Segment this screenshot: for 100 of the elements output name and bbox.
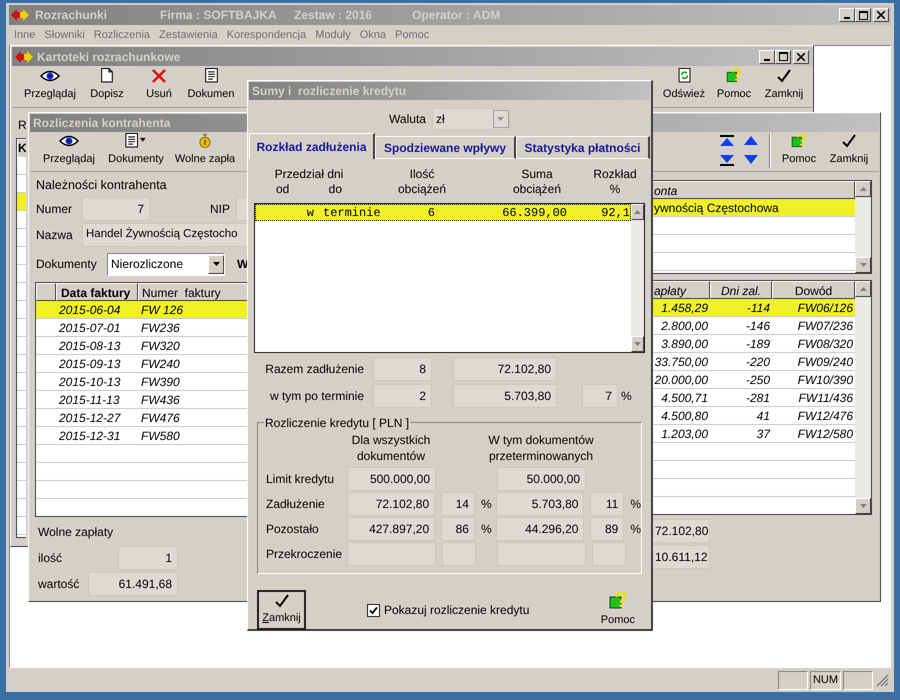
- help-icon: [790, 133, 808, 148]
- tab[interactable]: Spodziewane wpływy: [375, 136, 516, 159]
- column-header: obciążeń: [512, 182, 562, 197]
- table-cell-text: 66.399,00: [501, 204, 567, 222]
- minimize-button[interactable]: [839, 8, 855, 22]
- table-cell-text: -250: [744, 372, 771, 388]
- toolbar-button[interactable]: Wolne zapła: [172, 133, 238, 169]
- currency-dropdown[interactable]: zł: [432, 108, 510, 130]
- table-row[interactable]: 2015-06-04 FW 126: [36, 301, 249, 319]
- navigation-button[interactable]: [719, 134, 735, 147]
- caret-icon: [497, 117, 504, 121]
- toolbar-button[interactable]: Dopisz: [82, 68, 132, 104]
- scrollbar[interactable]: [631, 204, 644, 352]
- number-field: 7: [82, 197, 150, 221]
- scroll-up-button[interactable]: [631, 204, 644, 220]
- table-cell-text: 2015-09-13: [58, 356, 122, 372]
- field-label: Zadłużenie: [266, 496, 326, 513]
- amount-field: 500.000,00: [347, 467, 436, 491]
- status-panel: [778, 670, 808, 690]
- toolbar-button[interactable]: Zamknij: [760, 68, 808, 104]
- field-label: Pozostało: [266, 521, 320, 538]
- toolbar-button[interactable]: Dokumen: [186, 68, 236, 104]
- column-header: Przedział dni: [274, 167, 344, 182]
- close-icon: [797, 52, 805, 60]
- table-cell-text: 33.750,00: [654, 354, 709, 370]
- table-cell-text: FW12/580: [796, 426, 854, 442]
- toolbar-button[interactable]: Usuń: [134, 68, 184, 104]
- table-cell-text: 1.203,00: [660, 426, 709, 442]
- scroll-down-button[interactable]: [631, 336, 644, 352]
- close-button[interactable]: [873, 8, 889, 22]
- table-cell-text: 2015-11-13: [58, 392, 120, 408]
- first-record-icon: [720, 134, 734, 146]
- minimize-button[interactable]: [759, 50, 775, 64]
- close-dialog-button[interactable]: Zamknij: [257, 590, 306, 630]
- table-row[interactable]: ywnością Częstochowa: [650, 199, 855, 217]
- navigation-button[interactable]: [719, 153, 735, 166]
- percent-field: 86: [441, 517, 475, 541]
- table-cell-text: FW320: [140, 338, 180, 354]
- section-label: Należności kontrahenta: [35, 176, 168, 194]
- table-row[interactable]: w terminie 6 66.399,00 92,1: [255, 204, 631, 221]
- field-label: Numer: [36, 201, 74, 218]
- tab[interactable]: Statystyka płatności: [516, 136, 650, 159]
- percent-sign: %: [630, 496, 641, 513]
- table-cell-text: FW476: [140, 410, 180, 426]
- page-icon: [101, 68, 113, 82]
- year-label: Zestaw : 2016: [294, 7, 374, 24]
- scrollbar[interactable]: [855, 181, 871, 273]
- caret-icon: [212, 262, 220, 266]
- filter-dropdown[interactable]: Nierozliczone: [107, 252, 225, 276]
- column-header: apłaty: [650, 281, 710, 299]
- column-header: Dowód: [772, 281, 855, 299]
- field-label: Limit kredytu: [266, 471, 336, 488]
- show-credit-checkbox[interactable]: Pokazuj rozliczenie kredytu: [367, 601, 530, 619]
- table-cell-text: -114: [746, 300, 771, 316]
- window-title: Rozrachunki: [35, 7, 108, 24]
- scroll-up-button[interactable]: [855, 181, 871, 197]
- scroll-up-button[interactable]: [855, 281, 871, 297]
- maximize-button[interactable]: [855, 8, 871, 22]
- value-field: 61.491,68: [88, 572, 178, 596]
- table-cell-text: FW11/436: [798, 390, 854, 406]
- document-icon: [204, 68, 218, 82]
- eye-icon: [59, 134, 79, 148]
- table-cell-text: 4.500,80: [660, 408, 709, 424]
- check-icon: [842, 134, 856, 148]
- toolbar-button[interactable]: Dokumenty: [104, 133, 168, 169]
- total-field: 10.611,12: [650, 545, 710, 569]
- toolbar-button[interactable]: Odśwież: [660, 68, 708, 104]
- name-field: Handel Żywnością Częstocho: [82, 223, 249, 247]
- maximize-icon: [778, 52, 788, 61]
- app-logo-icon: [15, 50, 33, 62]
- maximize-button[interactable]: [775, 50, 791, 64]
- field-label: ilość: [38, 550, 64, 567]
- toolbar-button[interactable]: Przeglądaj: [38, 133, 100, 169]
- amount-field: 5.703,80: [496, 492, 584, 516]
- toolbar-button[interactable]: Zamknij: [825, 133, 873, 169]
- toolbar-button[interactable]: Przeglądaj: [20, 68, 80, 104]
- column-header: %: [610, 182, 620, 197]
- toolbar-button[interactable]: Pomoc: [710, 68, 758, 104]
- minimize-icon: [844, 17, 850, 19]
- table-cell-text: 4.500,71: [660, 390, 709, 406]
- table-cell-text: FW12/476: [796, 408, 854, 424]
- count-field: 8: [373, 356, 432, 380]
- help-icon: [608, 592, 627, 609]
- scrollbar[interactable]: [855, 281, 871, 514]
- table-cell-text: 2015-07-01: [58, 320, 122, 336]
- scroll-down-button[interactable]: [855, 498, 871, 514]
- toolbar-button[interactable]: Pomoc: [775, 133, 823, 169]
- table-cell-text: 37: [756, 426, 772, 442]
- close-button[interactable]: [793, 50, 809, 64]
- table-row[interactable]: 1.458,29 -114 FW06/126: [650, 299, 855, 317]
- field-label: wartość: [38, 576, 80, 593]
- table-cell-text: FW580: [140, 428, 180, 444]
- column-header: obciążeń: [398, 182, 446, 197]
- help-button[interactable]: Pomoc: [600, 592, 635, 628]
- percent-field: 14: [441, 492, 475, 516]
- tab[interactable]: Rozkład zadłużenia: [249, 133, 375, 159]
- checkmark-icon: [369, 606, 378, 614]
- scroll-down-button[interactable]: [855, 257, 871, 273]
- count-field: 2: [373, 384, 432, 408]
- sum-field: 5.703,80: [453, 384, 557, 408]
